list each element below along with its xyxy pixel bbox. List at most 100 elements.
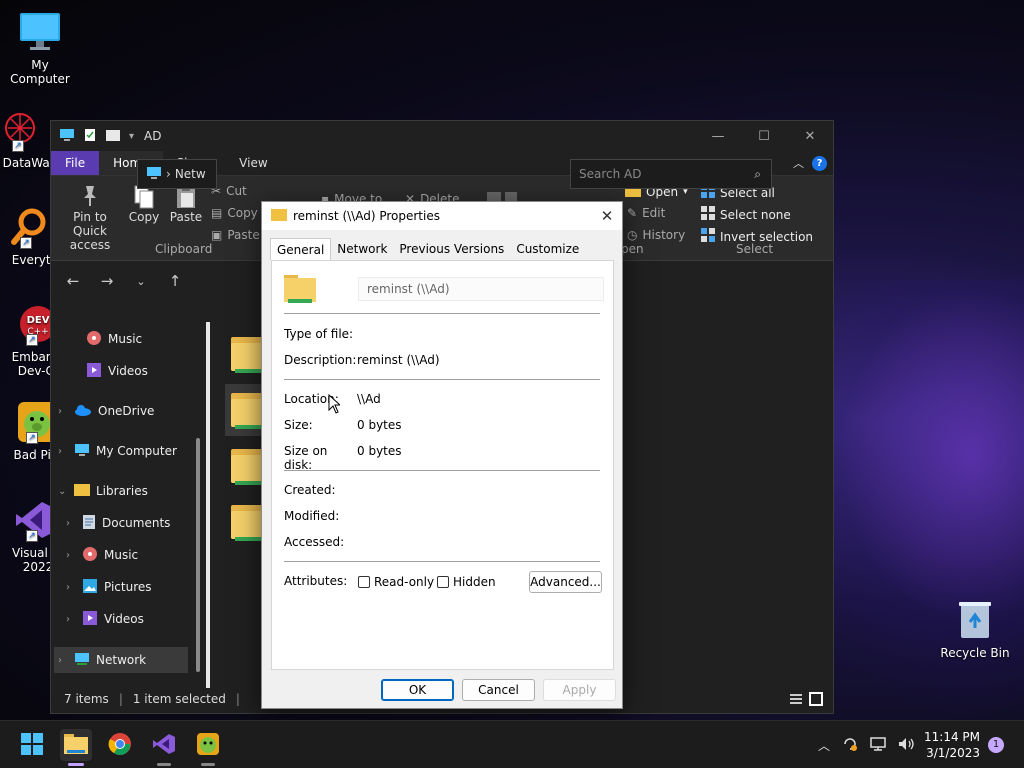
maximize-icon[interactable]: ☐ (741, 121, 787, 151)
desktop-icon-label: Recycle Bin (940, 646, 1010, 660)
tab-network[interactable]: Network (331, 238, 393, 260)
network-monitor-icon[interactable] (870, 736, 886, 754)
chevron-up-icon[interactable]: ︿ (818, 737, 830, 754)
pin-quick-access-button[interactable]: Pin to Quick access (57, 184, 123, 252)
folder-icon[interactable] (231, 337, 265, 373)
music-icon (86, 330, 102, 349)
update-icon[interactable] (842, 736, 858, 755)
recent-locations-icon[interactable]: ⌄ (127, 275, 155, 288)
taskbar-clock[interactable]: 11:14 PM 3/1/2023 (920, 729, 980, 761)
nav-scrollbar[interactable] (196, 438, 200, 672)
cancel-button[interactable]: Cancel (462, 679, 535, 701)
advanced-button[interactable]: Advanced... (529, 571, 602, 593)
view-toggle (789, 692, 823, 709)
quick-access-toolbar: ▾ (59, 128, 134, 145)
taskbar-bad-piggies[interactable] (192, 729, 224, 766)
desktop-icon-my-computer[interactable]: My Computer (0, 10, 80, 86)
tab-view[interactable]: View (225, 151, 281, 175)
properties-dialog: reminst (\\Ad) Properties ✕ General Netw… (261, 201, 623, 709)
start-button[interactable] (16, 729, 48, 761)
created-label: Created: (284, 483, 336, 497)
nav-item-libraries[interactable]: ⌄ Libraries (58, 478, 148, 504)
details-view-icon[interactable] (789, 692, 803, 709)
readonly-checkbox[interactable]: Read-only (358, 575, 434, 589)
chevron-right-icon[interactable]: › (66, 550, 76, 561)
nav-item-lib-videos[interactable]: › Videos (66, 606, 144, 632)
nav-item-music[interactable]: Music (70, 326, 142, 352)
folder-icon[interactable] (231, 449, 265, 485)
folder-icon[interactable] (231, 505, 265, 541)
taskbar-chrome[interactable] (104, 729, 136, 761)
size-row: Size: 0 bytes (284, 418, 402, 432)
history-button[interactable]: ◷ History (627, 228, 685, 242)
edit-button[interactable]: ✎ Edit (627, 206, 665, 220)
close-icon[interactable]: ✕ (592, 207, 622, 225)
location-label: Location: (284, 392, 339, 406)
nav-item-lib-music[interactable]: › Music (66, 542, 138, 568)
collapse-ribbon-icon[interactable]: ︿ (793, 155, 804, 171)
document-icon (82, 514, 96, 533)
nav-label: Documents (102, 516, 171, 530)
network-icon (74, 652, 90, 669)
help-icon[interactable]: ? (812, 155, 827, 171)
nav-item-pictures[interactable]: › Pictures (66, 574, 152, 600)
taskbar: ︿ 11:14 PM 3/1/2023 1 (0, 720, 1024, 768)
volume-icon[interactable] (898, 737, 916, 754)
chevron-right-icon[interactable]: › (58, 655, 68, 666)
magnifier-icon: ↗ (6, 205, 50, 249)
close-icon[interactable]: ✕ (787, 121, 833, 151)
general-panel: reminst (\\Ad) Type of file: Description… (271, 260, 614, 670)
description-row: Description: reminst (\\Ad) (284, 353, 440, 367)
chevron-right-icon[interactable]: › (66, 614, 76, 625)
folder-icon[interactable] (231, 393, 265, 429)
large-icons-view-icon[interactable] (809, 692, 823, 709)
notification-badge[interactable]: 1 (988, 737, 1004, 753)
selection-count: 1 item selected (132, 692, 226, 706)
tab-general[interactable]: General (270, 238, 332, 260)
paste-button[interactable]: Paste (169, 184, 203, 224)
properties-check-icon[interactable] (83, 128, 97, 145)
edit-label: Edit (642, 206, 666, 220)
tab-file[interactable]: File (51, 151, 100, 175)
forward-arrow-icon[interactable]: → (93, 272, 121, 290)
status-divider: | (118, 692, 123, 706)
search-placeholder: Search AD (579, 167, 642, 181)
paste-shortcut-button[interactable]: ▣ Paste (211, 228, 260, 242)
nav-item-documents[interactable]: › Documents (66, 510, 170, 536)
ok-button[interactable]: OK (381, 679, 454, 701)
hidden-checkbox[interactable]: Hidden (437, 575, 496, 589)
shortcut-arrow-icon: ↗ (26, 334, 38, 346)
apply-button[interactable]: Apply (543, 679, 616, 701)
chevron-right-icon[interactable]: › (58, 406, 68, 417)
paste-shortcut-label: Paste (227, 228, 260, 242)
qa-dropdown-icon[interactable]: ▾ (129, 131, 134, 142)
address-bar[interactable]: › Netw (137, 159, 217, 189)
checkbox-box[interactable] (437, 576, 449, 588)
search-input[interactable]: Search AD ⌕ (570, 159, 772, 189)
select-none-icon (701, 206, 715, 223)
chevron-right-icon[interactable]: › (66, 518, 76, 529)
nav-item-my-computer[interactable]: › My Computer (58, 438, 177, 464)
separator (284, 379, 600, 380)
group-clipboard: Clipboard (155, 242, 213, 256)
chevron-right-icon[interactable]: › (58, 446, 68, 457)
select-none-button[interactable]: Select none (701, 206, 791, 223)
new-folder-icon[interactable] (105, 128, 121, 145)
up-arrow-icon[interactable]: ↑ (161, 272, 189, 290)
nav-item-videos[interactable]: Videos (70, 358, 148, 384)
taskbar-file-explorer[interactable] (60, 729, 92, 766)
chevron-right-icon[interactable]: › (66, 582, 76, 593)
desktop-icon-recycle-bin[interactable]: Recycle Bin (935, 598, 1015, 660)
nav-item-onedrive[interactable]: › OneDrive (58, 398, 154, 424)
checkbox-box[interactable] (358, 576, 370, 588)
tab-previous-versions[interactable]: Previous Versions (393, 238, 510, 260)
copy-button[interactable]: Copy (127, 184, 161, 224)
folder-name-field[interactable]: reminst (\\Ad) (358, 277, 604, 301)
select-none-label: Select none (720, 207, 791, 222)
minimize-icon[interactable]: — (695, 121, 741, 151)
tab-customize[interactable]: Customize (510, 238, 585, 260)
nav-item-network[interactable]: › Network (54, 647, 188, 673)
taskbar-visual-studio[interactable] (148, 729, 180, 766)
chevron-down-icon[interactable]: ⌄ (58, 486, 68, 497)
back-arrow-icon[interactable]: ← (59, 272, 87, 290)
